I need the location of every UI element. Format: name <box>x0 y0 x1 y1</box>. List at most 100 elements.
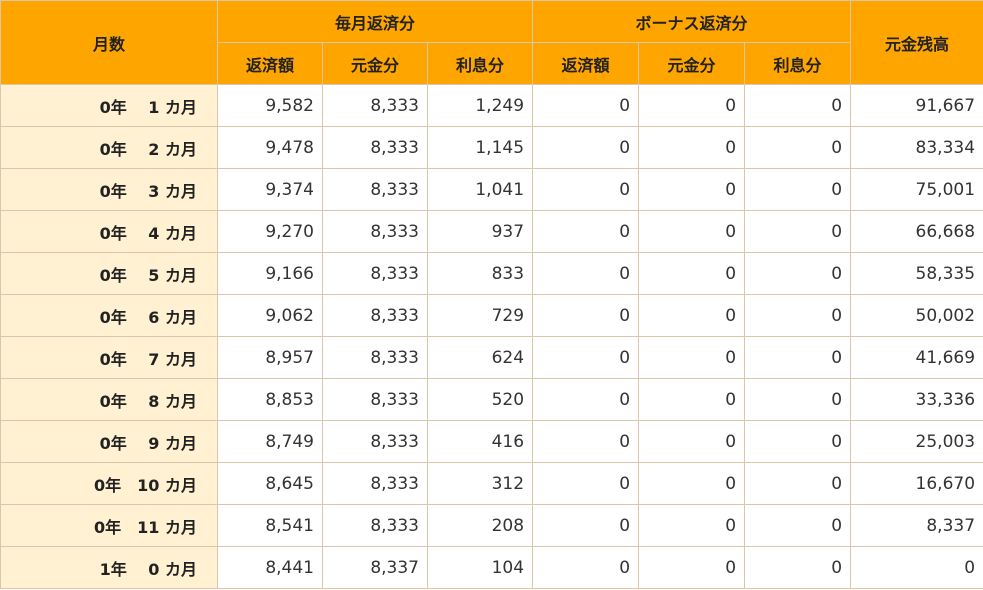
principal-balance-cell: 50,002 <box>850 294 983 337</box>
monthly-payment-cell: 9,374 <box>217 168 323 211</box>
monthly-interest-cell: 624 <box>426 336 534 379</box>
principal-balance-cell: 91,667 <box>850 84 983 127</box>
bonus-principal-cell: 0 <box>638 126 746 169</box>
bonus-payment-cell: 0 <box>532 378 640 421</box>
period-cell: 0年 9 カ月 <box>0 420 218 463</box>
header-monthly-principal: 元金分 <box>322 42 428 85</box>
period-cell: 0年 4 カ月 <box>0 210 218 253</box>
header-principal-balance: 元金残高 <box>850 0 983 85</box>
period-cell: 0年 8 カ月 <box>0 378 218 421</box>
table-row: 0年 3 カ月 9,374 8,333 1,041 0 0 0 75,001 <box>0 168 983 211</box>
header-monthly-interest: 利息分 <box>426 42 534 85</box>
period-cell: 0年 3 カ月 <box>0 168 218 211</box>
monthly-interest-cell: 833 <box>426 252 534 295</box>
header-bonus-principal: 元金分 <box>638 42 746 85</box>
table-row: 0年 5 カ月 9,166 8,333 833 0 0 0 58,335 <box>0 252 983 295</box>
bonus-interest-cell: 0 <box>744 84 852 127</box>
monthly-interest-cell: 1,249 <box>426 84 534 127</box>
table-row: 0年 6 カ月 9,062 8,333 729 0 0 0 50,002 <box>0 294 983 337</box>
principal-balance-cell: 0 <box>850 546 983 589</box>
monthly-principal-cell: 8,333 <box>322 336 428 379</box>
monthly-payment-cell: 8,749 <box>217 420 323 463</box>
bonus-interest-cell: 0 <box>744 378 852 421</box>
principal-balance-cell: 83,334 <box>850 126 983 169</box>
monthly-interest-cell: 1,041 <box>426 168 534 211</box>
table-row: 0年 4 カ月 9,270 8,333 937 0 0 0 66,668 <box>0 210 983 253</box>
bonus-payment-cell: 0 <box>532 126 640 169</box>
principal-balance-cell: 41,669 <box>850 336 983 379</box>
monthly-payment-cell: 8,853 <box>217 378 323 421</box>
monthly-principal-cell: 8,333 <box>322 294 428 337</box>
header-bonus-group: ボーナス返済分 <box>532 0 852 43</box>
bonus-principal-cell: 0 <box>638 336 746 379</box>
monthly-principal-cell: 8,337 <box>322 546 428 589</box>
monthly-payment-cell: 9,166 <box>217 252 323 295</box>
monthly-principal-cell: 8,333 <box>322 420 428 463</box>
period-cell: 0年 6 カ月 <box>0 294 218 337</box>
monthly-interest-cell: 312 <box>426 462 534 505</box>
bonus-principal-cell: 0 <box>638 546 746 589</box>
monthly-payment-cell: 9,478 <box>217 126 323 169</box>
table-header: 月数 毎月返済分 ボーナス返済分 元金残高 返済額 元金分 利息分 返済額 元金… <box>0 0 983 85</box>
bonus-payment-cell: 0 <box>532 336 640 379</box>
period-cell: 1年 0 カ月 <box>0 546 218 589</box>
bonus-payment-cell: 0 <box>532 210 640 253</box>
principal-balance-cell: 25,003 <box>850 420 983 463</box>
bonus-interest-cell: 0 <box>744 210 852 253</box>
header-month-count: 月数 <box>0 0 218 85</box>
monthly-principal-cell: 8,333 <box>322 462 428 505</box>
principal-balance-cell: 58,335 <box>850 252 983 295</box>
period-cell: 0年 2 カ月 <box>0 126 218 169</box>
monthly-principal-cell: 8,333 <box>322 168 428 211</box>
header-monthly-group: 毎月返済分 <box>216 0 534 43</box>
monthly-interest-cell: 104 <box>426 546 534 589</box>
monthly-interest-cell: 416 <box>426 420 534 463</box>
bonus-payment-cell: 0 <box>532 420 640 463</box>
monthly-interest-cell: 520 <box>426 378 534 421</box>
bonus-principal-cell: 0 <box>638 84 746 127</box>
monthly-payment-cell: 8,441 <box>217 546 323 589</box>
table-row: 1年 0 カ月 8,441 8,337 104 0 0 0 0 <box>0 546 983 589</box>
period-cell: 0年 5 カ月 <box>0 252 218 295</box>
monthly-payment-cell: 8,957 <box>217 336 323 379</box>
bonus-payment-cell: 0 <box>532 504 640 547</box>
monthly-principal-cell: 8,333 <box>322 504 428 547</box>
table-row: 0年 1 カ月 9,582 8,333 1,249 0 0 0 91,667 <box>0 84 983 127</box>
bonus-payment-cell: 0 <box>532 462 640 505</box>
bonus-interest-cell: 0 <box>744 462 852 505</box>
principal-balance-cell: 16,670 <box>850 462 983 505</box>
bonus-interest-cell: 0 <box>744 126 852 169</box>
table-row: 0年 9 カ月 8,749 8,333 416 0 0 0 25,003 <box>0 420 983 463</box>
period-cell: 0年 1 カ月 <box>0 84 218 127</box>
table-row: 0年 11 カ月 8,541 8,333 208 0 0 0 8,337 <box>0 504 983 547</box>
bonus-principal-cell: 0 <box>638 504 746 547</box>
monthly-interest-cell: 729 <box>426 294 534 337</box>
table-row: 0年 8 カ月 8,853 8,333 520 0 0 0 33,336 <box>0 378 983 421</box>
period-cell: 0年 11 カ月 <box>0 504 218 547</box>
monthly-principal-cell: 8,333 <box>322 84 428 127</box>
monthly-interest-cell: 937 <box>426 210 534 253</box>
bonus-interest-cell: 0 <box>744 294 852 337</box>
monthly-interest-cell: 1,145 <box>426 126 534 169</box>
principal-balance-cell: 66,668 <box>850 210 983 253</box>
table-body: 0年 1 カ月 9,582 8,333 1,249 0 0 0 91,667 0年 2 カ月 9,… <box>0 84 983 589</box>
bonus-principal-cell: 0 <box>638 294 746 337</box>
monthly-principal-cell: 8,333 <box>322 126 428 169</box>
bonus-interest-cell: 0 <box>744 168 852 211</box>
monthly-payment-cell: 8,541 <box>217 504 323 547</box>
monthly-interest-cell: 208 <box>426 504 534 547</box>
bonus-principal-cell: 0 <box>638 252 746 295</box>
bonus-principal-cell: 0 <box>638 210 746 253</box>
repayment-schedule-table: 月数 毎月返済分 ボーナス返済分 元金残高 返済額 元金分 利息分 返済額 元金… <box>0 0 983 589</box>
bonus-interest-cell: 0 <box>744 546 852 589</box>
principal-balance-cell: 8,337 <box>850 504 983 547</box>
monthly-payment-cell: 9,062 <box>217 294 323 337</box>
bonus-interest-cell: 0 <box>744 420 852 463</box>
bonus-interest-cell: 0 <box>744 504 852 547</box>
bonus-interest-cell: 0 <box>744 252 852 295</box>
monthly-payment-cell: 9,582 <box>217 84 323 127</box>
monthly-principal-cell: 8,333 <box>322 252 428 295</box>
bonus-payment-cell: 0 <box>532 84 640 127</box>
table-row: 0年 10 カ月 8,645 8,333 312 0 0 0 16,670 <box>0 462 983 505</box>
table-row: 0年 2 カ月 9,478 8,333 1,145 0 0 0 83,334 <box>0 126 983 169</box>
